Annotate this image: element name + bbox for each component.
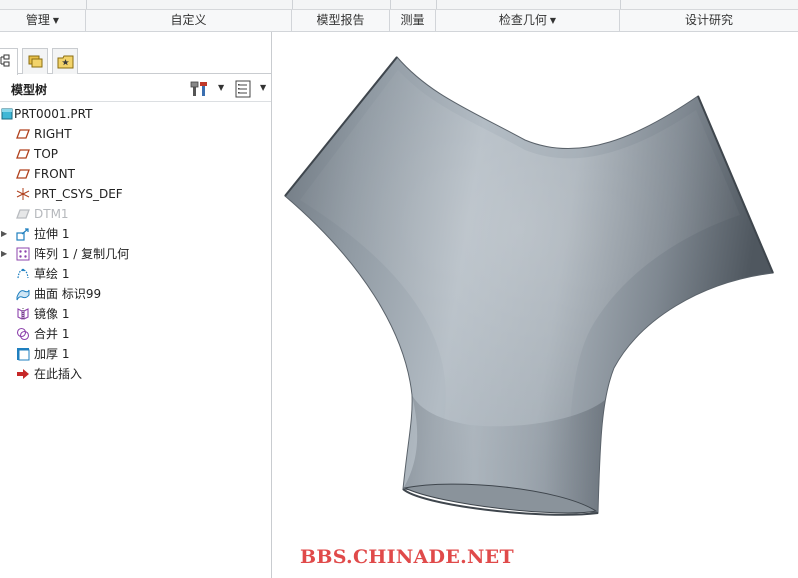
group-design-study-label: 设计研究 bbox=[684, 13, 733, 27]
settings-button[interactable]: ▼ bbox=[190, 80, 226, 98]
sketch-icon bbox=[17, 268, 29, 279]
group-measure: 测量 bbox=[390, 10, 436, 32]
tree-item-label: 曲面 标识99 bbox=[34, 287, 102, 301]
navigator-panel: 模型树 ▼ ▼ PRT0001.PRT RIGHT TOP FRONT PRT_… bbox=[0, 32, 272, 578]
expand-arrow-icon[interactable]: ▶ bbox=[1, 224, 7, 244]
tree-item-label: PRT0001.PRT bbox=[14, 107, 93, 121]
watermark-text: BBS.CHINADE.NET bbox=[300, 546, 514, 568]
datum-plane-icon bbox=[16, 129, 30, 139]
tree-item-mirror[interactable]: 镜像 1 bbox=[0, 304, 271, 324]
chevron-down-icon: ▼ bbox=[549, 16, 557, 25]
tree-item-top[interactable]: TOP bbox=[0, 144, 271, 164]
tree-item-extrude[interactable]: ▶ 拉伸 1 bbox=[0, 224, 271, 244]
tree-item-csys[interactable]: PRT_CSYS_DEF bbox=[0, 184, 271, 204]
merge-icon bbox=[16, 327, 30, 341]
group-customize: 自定义 bbox=[86, 10, 292, 32]
show-button[interactable]: ▼ bbox=[234, 80, 270, 98]
part-icon bbox=[1, 108, 13, 120]
tab-model-tree[interactable] bbox=[0, 48, 18, 75]
tree-item-dtm1[interactable]: DTM1 bbox=[0, 204, 271, 224]
group-model-report-label: 模型报告 bbox=[316, 13, 365, 27]
tree-item-thicken[interactable]: 加厚 1 bbox=[0, 344, 271, 364]
tab-favorites[interactable] bbox=[52, 48, 78, 74]
tree-item-label: RIGHT bbox=[34, 127, 72, 141]
chevron-down-icon: ▼ bbox=[260, 83, 267, 92]
ribbon-group-bar: 管理 ▼ 自定义 模型报告 测量 检查几何 ▼ 设计研究 bbox=[0, 10, 798, 32]
tree-item-label: 镜像 1 bbox=[34, 307, 70, 321]
model-tree-header: 模型树 ▼ ▼ bbox=[0, 76, 271, 102]
tree-item-label: 阵列 1 / 复制几何 bbox=[34, 247, 130, 261]
tree-item-label: 草绘 1 bbox=[34, 267, 70, 281]
group-inspect-geometry[interactable]: 检查几何 ▼ bbox=[436, 10, 620, 32]
group-measure-label: 测量 bbox=[400, 13, 425, 27]
list-view-icon bbox=[235, 80, 251, 98]
group-manage[interactable]: 管理 ▼ bbox=[0, 10, 86, 32]
graphics-viewport[interactable]: BBS.CHINADE.NET bbox=[273, 32, 798, 578]
app-window: 管理 ▼ 自定义 模型报告 测量 检查几何 ▼ 设计研究 模型树 ▼ ▼ PRT… bbox=[0, 0, 798, 578]
pattern-icon bbox=[16, 247, 30, 261]
thicken-icon bbox=[17, 348, 30, 361]
tree-item-label: DTM1 bbox=[34, 207, 69, 221]
csys-icon bbox=[16, 188, 30, 200]
tree-item-sketch[interactable]: 草绘 1 bbox=[0, 264, 271, 284]
favorites-folder-icon bbox=[57, 55, 74, 69]
y-pipe-part-model[interactable] bbox=[273, 32, 798, 578]
datum-plane-icon bbox=[16, 169, 30, 179]
tree-item-label: 在此插入 bbox=[34, 367, 83, 381]
tree-item-label: PRT_CSYS_DEF bbox=[34, 187, 123, 201]
folder-stack-icon bbox=[28, 55, 43, 68]
mirror-icon bbox=[17, 308, 29, 320]
surface-icon bbox=[16, 289, 30, 301]
tools-icon bbox=[190, 81, 207, 96]
tab-folder-browser[interactable] bbox=[22, 48, 48, 74]
model-tree-title: 模型树 bbox=[11, 83, 48, 97]
tree-item-surface[interactable]: 曲面 标识99 bbox=[0, 284, 271, 304]
tree-item-front[interactable]: FRONT bbox=[0, 164, 271, 184]
tree-item-label: 加厚 1 bbox=[34, 347, 70, 361]
tree-item-merge[interactable]: 合并 1 bbox=[0, 324, 271, 344]
model-tree: PRT0001.PRT RIGHT TOP FRONT PRT_CSYS_DEF… bbox=[0, 104, 271, 384]
datum-plane-icon bbox=[16, 149, 30, 159]
chevron-down-icon: ▼ bbox=[52, 16, 60, 25]
tree-item-label: 拉伸 1 bbox=[34, 227, 70, 241]
navigator-tabs bbox=[0, 46, 272, 75]
datum-plane-icon bbox=[16, 209, 30, 219]
model-tree-icon bbox=[0, 54, 10, 67]
tree-item-label: TOP bbox=[34, 147, 59, 161]
group-manage-label: 管理 bbox=[25, 13, 50, 27]
tree-item-label: FRONT bbox=[34, 167, 75, 181]
group-model-report: 模型报告 bbox=[292, 10, 390, 32]
group-design-study: 设计研究 bbox=[620, 10, 798, 32]
insert-here-icon bbox=[17, 369, 29, 379]
ribbon-command-strip bbox=[0, 0, 798, 10]
chevron-down-icon: ▼ bbox=[218, 83, 225, 92]
tree-item-insert-here[interactable]: 在此插入 bbox=[0, 364, 271, 384]
expand-arrow-icon[interactable]: ▶ bbox=[1, 244, 7, 264]
group-customize-label: 自定义 bbox=[170, 13, 207, 27]
group-inspect-geometry-label: 检查几何 bbox=[498, 13, 547, 27]
tree-item-label: 合并 1 bbox=[34, 327, 70, 341]
tree-item-pattern[interactable]: ▶ 阵列 1 / 复制几何 bbox=[0, 244, 271, 264]
tree-item-root[interactable]: PRT0001.PRT bbox=[0, 104, 271, 124]
extrude-icon bbox=[16, 228, 29, 241]
tree-item-right[interactable]: RIGHT bbox=[0, 124, 271, 144]
